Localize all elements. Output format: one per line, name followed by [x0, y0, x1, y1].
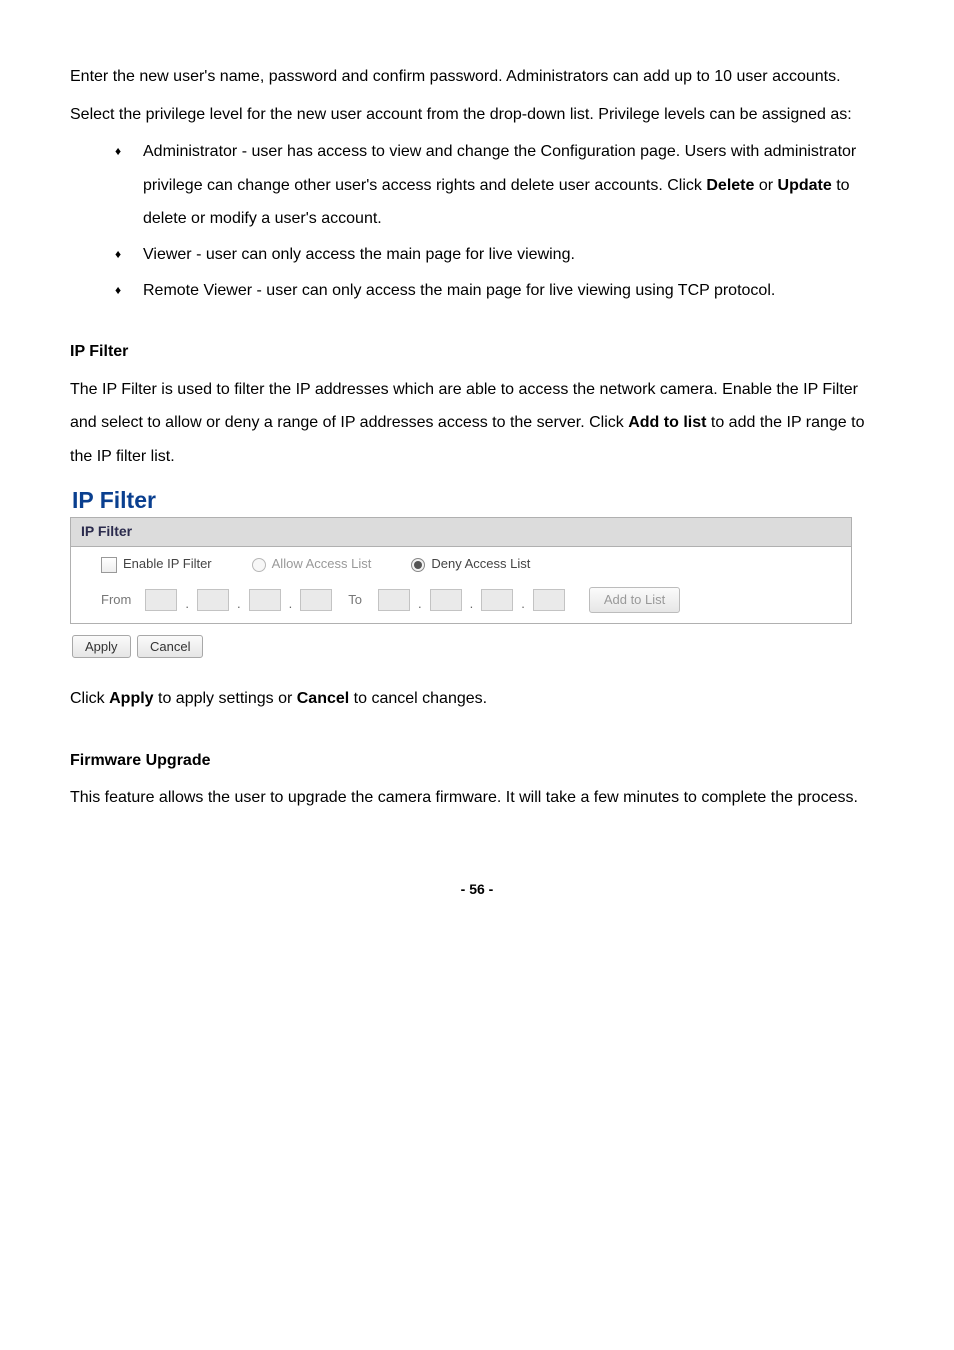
ipfilter-footer-mid: to apply settings or [154, 690, 297, 707]
bold-apply: Apply [109, 690, 153, 707]
to-label: To [338, 591, 372, 609]
radio-icon-selected [411, 558, 425, 572]
from-label: From [101, 591, 139, 609]
ipfilter-widget-title: IP Filter [72, 486, 884, 516]
page-number: - 56 - [70, 875, 884, 904]
ipfilter-button-row: Apply Cancel [72, 630, 884, 664]
bullet-admin-or: or [754, 177, 777, 194]
dot-icon: . [416, 595, 424, 613]
bold-cancel: Cancel [297, 690, 349, 707]
checkbox-icon [101, 557, 117, 573]
allow-access-option[interactable]: Allow Access List [252, 555, 372, 573]
allow-access-label: Allow Access List [272, 556, 372, 571]
enable-ip-filter-option[interactable]: Enable IP Filter [101, 555, 212, 573]
from-octet-3[interactable] [249, 589, 281, 611]
ipfilter-footer-a: Click [70, 690, 109, 707]
bold-add-to-list: Add to list [628, 414, 706, 431]
cancel-button[interactable]: Cancel [137, 635, 203, 658]
from-octet-1[interactable] [145, 589, 177, 611]
add-to-list-button[interactable]: Add to List [589, 587, 680, 613]
ipfilter-panel: IP Filter Enable IP Filter Allow Access … [70, 517, 852, 624]
heading-ip-filter: IP Filter [70, 335, 884, 369]
deny-access-option[interactable]: Deny Access List [411, 555, 530, 573]
dot-icon: . [287, 595, 295, 613]
to-octet-1[interactable] [378, 589, 410, 611]
para-ipfilter-desc: The IP Filter is used to filter the IP a… [70, 373, 884, 474]
bold-delete: Delete [706, 177, 754, 194]
to-octet-3[interactable] [481, 589, 513, 611]
bullet-remote-viewer: Remote Viewer - user can only access the… [115, 274, 884, 308]
dot-icon: . [519, 595, 527, 613]
to-octet-2[interactable] [430, 589, 462, 611]
ipfilter-row-options: Enable IP Filter Allow Access List Deny … [71, 547, 851, 581]
dot-icon: . [235, 595, 243, 613]
apply-button[interactable]: Apply [72, 635, 131, 658]
para-intro-1: Enter the new user's name, password and … [70, 60, 884, 94]
enable-ip-filter-label: Enable IP Filter [123, 556, 212, 571]
privilege-bullets: Administrator - user has access to view … [70, 135, 884, 307]
ipfilter-row-range: From . . . To . . . Add to List [71, 581, 851, 623]
deny-access-label: Deny Access List [431, 556, 530, 571]
ipfilter-panel-header: IP Filter [71, 518, 851, 547]
dot-icon: . [468, 595, 476, 613]
radio-icon [252, 558, 266, 572]
bullet-viewer: Viewer - user can only access the main p… [115, 238, 884, 272]
to-octet-4[interactable] [533, 589, 565, 611]
from-octet-4[interactable] [300, 589, 332, 611]
dot-icon: . [183, 595, 191, 613]
bold-update: Update [778, 177, 832, 194]
from-octet-2[interactable] [197, 589, 229, 611]
heading-firmware-upgrade: Firmware Upgrade [70, 744, 884, 778]
para-firmware-desc: This feature allows the user to upgrade … [70, 781, 884, 815]
bullet-administrator: Administrator - user has access to view … [115, 135, 884, 236]
ipfilter-footer-b: to cancel changes. [349, 690, 487, 707]
para-ipfilter-footer: Click Apply to apply settings or Cancel … [70, 682, 884, 716]
para-intro-2: Select the privilege level for the new u… [70, 98, 884, 132]
